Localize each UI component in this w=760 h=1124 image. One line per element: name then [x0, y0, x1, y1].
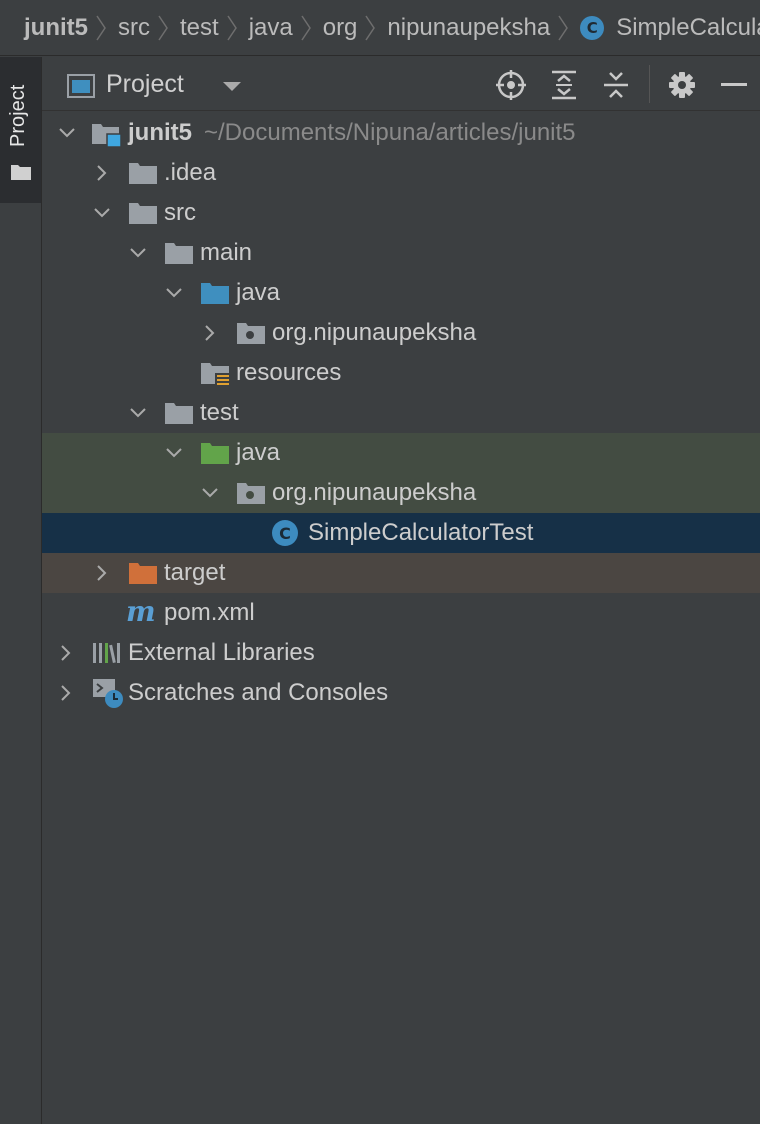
hide-button[interactable] [718, 69, 750, 101]
chevron-down-icon[interactable] [164, 283, 184, 303]
breadcrumb-item-org[interactable]: org [323, 14, 358, 42]
breadcrumb-item-src[interactable]: src [118, 14, 150, 42]
chevron-right-icon [363, 14, 377, 42]
tree-node-main[interactable]: main [42, 233, 760, 273]
chevron-right-icon[interactable] [92, 163, 112, 183]
tree-root-name: junit5 [128, 119, 192, 146]
module-folder-icon [92, 124, 122, 148]
chevron-right-icon[interactable] [56, 643, 76, 663]
breadcrumb: junit5 src test java org nipunaupeksha C… [0, 0, 760, 56]
tree-label-test: test [200, 399, 239, 426]
locate-file-button[interactable] [495, 69, 527, 101]
folder-icon [11, 165, 31, 180]
expand-all-icon [552, 70, 576, 100]
svg-text:m: m [126, 599, 156, 627]
collapse-all-button[interactable] [600, 69, 632, 101]
tree-node-main-package[interactable]: org.nipunaupeksha [42, 313, 760, 353]
tree-node-simple-calculator-test[interactable]: C SimpleCalculatorTest [42, 513, 760, 553]
tree-label-simple-calculator-test: SimpleCalculatorTest [308, 519, 534, 546]
project-view-icon [67, 74, 95, 98]
chevron-right-icon [225, 14, 239, 42]
project-tool-tab[interactable]: Project [0, 57, 41, 203]
breadcrumb-item-java[interactable]: java [249, 14, 293, 42]
maven-icon: m [126, 599, 156, 627]
chevron-right-icon [299, 14, 313, 42]
tree-root-path: ~/Documents/Nipuna/articles/junit5 [204, 119, 576, 146]
tree-node-idea[interactable]: .idea [42, 153, 760, 193]
tree-node-pom[interactable]: m pom.xml [42, 593, 760, 633]
tree-label-scratches: Scratches and Consoles [128, 679, 389, 706]
breadcrumb-item-junit5[interactable]: junit5 [24, 14, 88, 42]
breadcrumb-item-nipunaupeksha[interactable]: nipunaupeksha [387, 14, 550, 42]
tree-label-pom: pom.xml [164, 599, 255, 626]
scratches-icon [93, 679, 123, 708]
tree-node-test-package[interactable]: org.nipunaupeksha [42, 473, 760, 513]
tree-label-main-java: java [236, 279, 281, 306]
tree-label-resources: resources [236, 359, 342, 386]
source-folder-icon [201, 283, 229, 304]
project-tool-tab-label: Project [7, 84, 29, 147]
tree-label-test-java: java [236, 439, 281, 466]
test-folder-icon [201, 443, 229, 464]
chevron-right-icon [156, 14, 170, 42]
crosshair-icon [496, 70, 526, 100]
chevron-down-icon[interactable] [57, 123, 77, 143]
project-header: Project [42, 57, 760, 111]
tree-node-src[interactable]: src [42, 193, 760, 233]
chevron-down-icon[interactable] [223, 81, 241, 93]
chevron-down-icon[interactable] [128, 243, 148, 263]
chevron-right-icon[interactable] [56, 683, 76, 703]
breadcrumb-item-class[interactable]: C SimpleCalculatorTest [580, 14, 760, 42]
chevron-down-icon[interactable] [128, 403, 148, 423]
java-class-icon: C [272, 520, 298, 546]
tool-window-strip: Project [0, 57, 42, 1124]
expand-all-button[interactable] [548, 69, 580, 101]
tree-node-external-libraries[interactable]: External Libraries [42, 633, 760, 673]
collapse-all-icon [604, 72, 628, 98]
folder-icon [129, 163, 157, 184]
tree-node-junit5[interactable]: junit5 ~/Documents/Nipuna/articles/junit5 [42, 113, 760, 153]
tree-label-src: src [164, 199, 196, 226]
folder-icon [129, 203, 157, 224]
tree-label-test-package: org.nipunaupeksha [272, 479, 477, 506]
toolbar-divider [649, 65, 650, 103]
tree-node-test-java[interactable]: java [42, 433, 760, 473]
tree-label-main: main [200, 239, 253, 266]
resources-folder-icon [201, 363, 230, 387]
chevron-down-icon[interactable] [92, 203, 112, 223]
chevron-down-icon[interactable] [200, 483, 220, 503]
tree-label-junit5: junit5 ~/Documents/Nipuna/articles/junit5 [128, 119, 576, 147]
project-view-title[interactable]: Project [106, 70, 184, 99]
package-icon [237, 323, 265, 344]
chevron-right-icon[interactable] [200, 323, 220, 343]
breadcrumb-class-label: SimpleCalculatorTest [616, 13, 760, 41]
chevron-right-icon [94, 14, 108, 42]
chevron-right-icon[interactable] [92, 563, 112, 583]
tree-label-external-libraries: External Libraries [128, 639, 315, 666]
chevron-right-icon [556, 14, 570, 42]
minimize-icon [721, 83, 747, 86]
gear-icon [669, 72, 695, 98]
chevron-down-icon[interactable] [164, 443, 184, 463]
folder-icon [165, 403, 193, 424]
package-icon [237, 483, 265, 504]
tree-node-scratches[interactable]: Scratches and Consoles [42, 673, 760, 713]
java-class-icon: C [580, 15, 605, 40]
libraries-icon [93, 643, 120, 664]
tree-node-main-java[interactable]: java [42, 273, 760, 313]
settings-button[interactable] [666, 69, 698, 101]
folder-icon [165, 243, 193, 264]
tree-node-target[interactable]: target [42, 553, 760, 593]
tree-node-test[interactable]: test [42, 393, 760, 433]
tree-label-main-package: org.nipunaupeksha [272, 319, 477, 346]
tree-label-target: target [164, 559, 226, 586]
breadcrumb-item-test[interactable]: test [180, 14, 219, 42]
tree-node-resources[interactable]: resources [42, 353, 760, 393]
tree-label-idea: .idea [164, 159, 217, 186]
excluded-folder-icon [129, 563, 157, 584]
